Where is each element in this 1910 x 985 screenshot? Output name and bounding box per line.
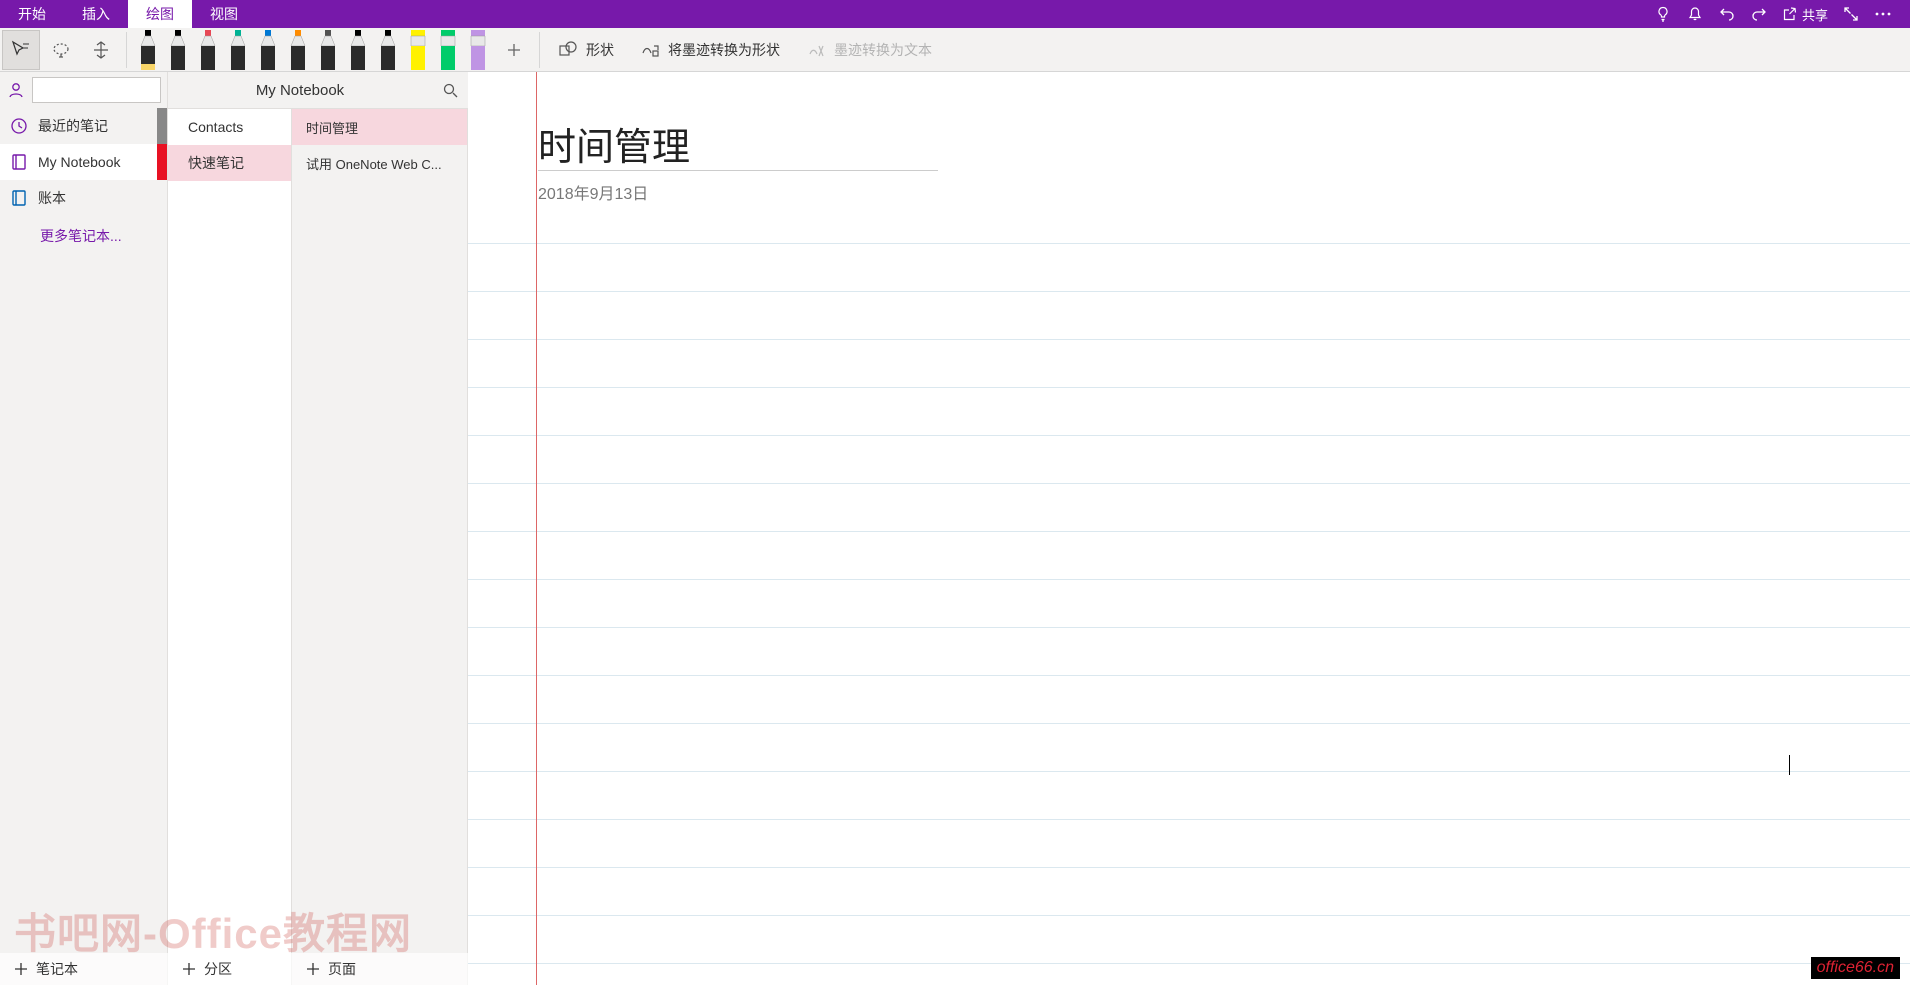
- add-section-label: 分区: [204, 959, 232, 979]
- notifications-icon[interactable]: [1686, 5, 1704, 23]
- ink-to-text-label: 墨迹转换为文本: [834, 40, 932, 60]
- search-button[interactable]: [432, 72, 468, 108]
- note-title[interactable]: 时间管理: [538, 116, 690, 171]
- user-icon[interactable]: [6, 80, 26, 100]
- highlighter-11[interactable]: [463, 30, 493, 70]
- section-item-1[interactable]: 快速笔记: [168, 145, 291, 181]
- notebook-icon: [10, 153, 28, 171]
- pen-0[interactable]: [133, 30, 163, 70]
- pen-5[interactable]: [283, 30, 313, 70]
- fullscreen-icon[interactable]: [1842, 5, 1860, 23]
- search-icon: [442, 82, 458, 98]
- account-search-box[interactable]: [32, 77, 161, 103]
- recent-notes-label: 最近的笔记: [38, 116, 108, 136]
- notebook-icon: [10, 189, 28, 207]
- notebook-label: My Notebook: [38, 154, 120, 170]
- undo-icon[interactable]: [1718, 5, 1736, 23]
- app-body: 最近的笔记 My Notebook 账本 更多笔记本... My Noteboo…: [0, 72, 1910, 985]
- shapes-label: 形状: [586, 40, 614, 60]
- ruled-background: [468, 196, 1910, 985]
- select-tool-button[interactable]: [2, 30, 40, 70]
- notebook-label: 账本: [38, 188, 66, 208]
- ribbon-title-bar: 开始 插入 绘图 视图 共享: [0, 0, 1910, 28]
- pen-7[interactable]: [343, 30, 373, 70]
- plus-icon: [14, 962, 28, 976]
- notebook-item-1[interactable]: 账本: [0, 180, 167, 216]
- notebook-nav: 最近的笔记 My Notebook 账本 更多笔记本...: [0, 72, 168, 985]
- redo-icon[interactable]: [1750, 5, 1768, 23]
- tab-home[interactable]: 开始: [0, 0, 64, 28]
- lightbulb-icon[interactable]: [1654, 5, 1672, 23]
- share-label: 共享: [1802, 5, 1828, 24]
- notebook-title[interactable]: My Notebook: [168, 72, 432, 108]
- ink-to-shape-label: 将墨迹转换为形状: [668, 40, 780, 60]
- plus-icon: [182, 962, 196, 976]
- shapes-button[interactable]: 形状: [546, 30, 626, 70]
- pages-list: 时间管理试用 OneNote Web C...: [292, 109, 468, 985]
- clock-icon: [10, 117, 28, 135]
- more-icon[interactable]: [1874, 5, 1892, 23]
- highlighter-9[interactable]: [403, 30, 433, 70]
- notebook-header: My Notebook: [168, 72, 468, 109]
- add-notebook-button[interactable]: 笔记本: [0, 953, 168, 985]
- add-page-label: 页面: [328, 959, 356, 979]
- text-cursor: [1789, 755, 1790, 775]
- highlighter-10[interactable]: [433, 30, 463, 70]
- ribbon-draw: 形状 将墨迹转换为形状 墨迹转换为文本: [0, 28, 1910, 72]
- note-date[interactable]: 2018年9月13日: [538, 180, 648, 204]
- recent-notes-item[interactable]: 最近的笔记: [0, 108, 167, 144]
- nav-top: [0, 72, 167, 108]
- title-actions: 共享: [1654, 0, 1910, 28]
- share-button[interactable]: 共享: [1782, 5, 1828, 24]
- tab-draw[interactable]: 绘图: [128, 0, 192, 28]
- add-notebook-label: 笔记本: [36, 959, 78, 979]
- pen-4[interactable]: [253, 30, 283, 70]
- title-underline: [538, 170, 938, 171]
- lasso-tool-button[interactable]: [42, 30, 80, 70]
- pen-8[interactable]: [373, 30, 403, 70]
- ribbon-tabs: 开始 插入 绘图 视图: [0, 0, 256, 28]
- sections-list: Contacts快速笔记: [168, 109, 292, 985]
- tab-insert[interactable]: 插入: [64, 0, 128, 28]
- tab-view[interactable]: 视图: [192, 0, 256, 28]
- add-section-button[interactable]: 分区: [168, 953, 292, 985]
- insert-space-button[interactable]: [82, 30, 120, 70]
- add-page-button[interactable]: 页面: [292, 953, 468, 985]
- plus-icon: [306, 962, 320, 976]
- pen-6[interactable]: [313, 30, 343, 70]
- more-notebooks-link[interactable]: 更多笔记本...: [0, 216, 167, 246]
- add-pen-button[interactable]: [495, 42, 533, 58]
- pen-2[interactable]: [193, 30, 223, 70]
- bottom-add-bar: 笔记本 分区 页面: [0, 953, 468, 985]
- ink-to-text-button: 墨迹转换为文本: [794, 30, 944, 70]
- pen-gallery: [133, 30, 493, 70]
- pen-1[interactable]: [163, 30, 193, 70]
- ribbon-separator: [539, 32, 540, 68]
- page-canvas[interactable]: 时间管理 2018年9月13日: [468, 72, 1910, 985]
- ink-to-shape-button[interactable]: 将墨迹转换为形状: [628, 30, 792, 70]
- notebook-item-0[interactable]: My Notebook: [0, 144, 167, 180]
- ribbon-separator: [126, 32, 127, 68]
- page-item-0[interactable]: 时间管理: [292, 109, 467, 145]
- pen-3[interactable]: [223, 30, 253, 70]
- page-item-1[interactable]: 试用 OneNote Web C...: [292, 145, 467, 181]
- section-item-0[interactable]: Contacts: [168, 109, 291, 145]
- margin-line: [536, 72, 537, 985]
